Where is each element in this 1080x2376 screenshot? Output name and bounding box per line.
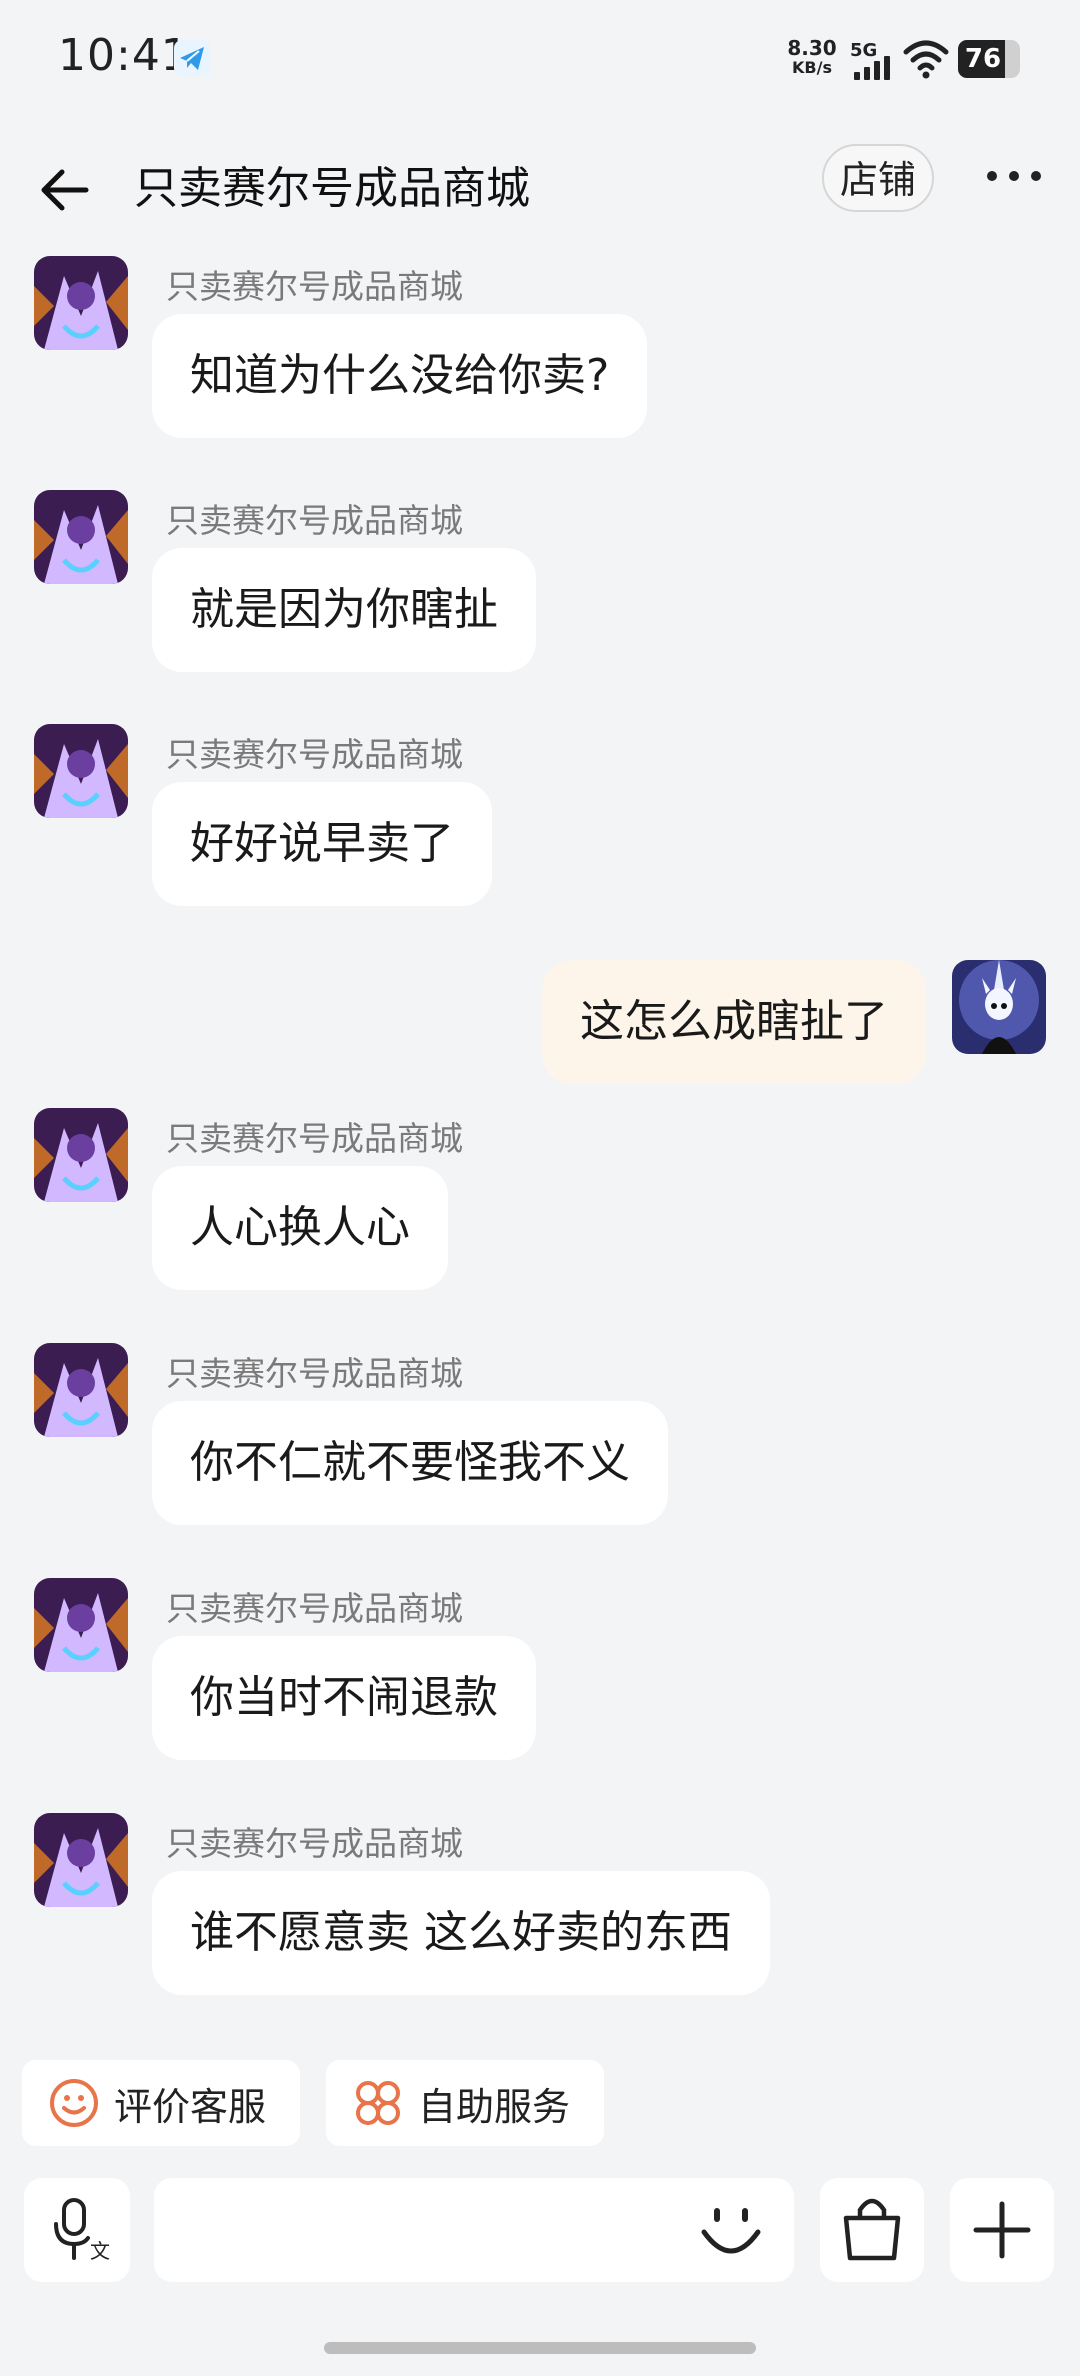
shopping-bag-button[interactable] <box>820 2178 924 2282</box>
shop-avatar[interactable] <box>34 1108 128 1202</box>
signal-icon <box>854 56 890 80</box>
shop-avatar[interactable] <box>34 256 128 350</box>
message-bubble[interactable]: 你不仁就不要怪我不义 <box>152 1401 668 1525</box>
shop-avatar[interactable] <box>34 1813 128 1907</box>
sender-name: 只卖赛尔号成品商城 <box>166 1824 463 1863</box>
rate-service-button[interactable]: 评价客服 <box>22 2060 300 2146</box>
shop-avatar[interactable] <box>34 490 128 584</box>
home-indicator[interactable] <box>324 2342 756 2354</box>
self-service-label: 自助服务 <box>418 2084 571 2129</box>
status-bar: 10:41 8.30 KB/s 5G 76 <box>0 0 1080 118</box>
telegram-app-icon <box>174 40 210 76</box>
shop-button[interactable]: 店铺 <box>822 144 934 212</box>
message-list[interactable]: 只卖赛尔号成品商城 知道为什么没给你卖? 只卖赛尔号成品商城 就是因为你瞎扯 只… <box>0 240 1080 2040</box>
message-bubble[interactable]: 谁不愿意卖 这么好卖的东西 <box>152 1871 770 1995</box>
rate-service-label: 评价客服 <box>114 2084 267 2129</box>
network-speed-value: 8.30 <box>787 36 837 60</box>
battery-level: 76 <box>964 44 1002 74</box>
self-service-button[interactable]: 自助服务 <box>326 2060 604 2146</box>
message-bubble[interactable]: 好好说早卖了 <box>152 782 492 906</box>
wifi-icon <box>903 40 949 79</box>
message-bubble[interactable]: 就是因为你瞎扯 <box>152 548 536 672</box>
sender-name: 只卖赛尔号成品商城 <box>166 735 463 774</box>
svg-text:文: 文 <box>90 2239 110 2263</box>
page-title: 只卖赛尔号成品商城 <box>134 163 530 214</box>
network-speed: 8.30 KB/s <box>784 38 840 78</box>
more-dots-icon[interactable] <box>982 156 1046 196</box>
chat-header: 只卖赛尔号成品商城 店铺 <box>0 118 1080 240</box>
message-bubble[interactable]: 你当时不闹退款 <box>152 1636 536 1760</box>
message-bubble[interactable]: 知道为什么没给你卖? <box>152 314 648 438</box>
message-bubble[interactable]: 人心换人心 <box>152 1166 448 1290</box>
emoji-icon[interactable] <box>690 2196 772 2266</box>
user-avatar[interactable] <box>952 960 1046 1054</box>
network-speed-unit: KB/s <box>792 58 832 77</box>
smiley-icon <box>50 2079 98 2127</box>
shop-avatar[interactable] <box>34 1578 128 1672</box>
arrow-left-icon[interactable] <box>36 158 100 222</box>
voice-button[interactable]: 文 <box>24 2178 130 2282</box>
plus-icon <box>973 2201 1031 2259</box>
sender-name: 只卖赛尔号成品商城 <box>166 267 463 306</box>
battery-icon: 76 <box>958 40 1020 78</box>
sender-name: 只卖赛尔号成品商城 <box>166 1119 463 1158</box>
shop-avatar[interactable] <box>34 724 128 818</box>
sender-name: 只卖赛尔号成品商城 <box>166 1589 463 1628</box>
message-bubble[interactable]: 这怎么成瞎扯了 <box>542 960 926 1084</box>
shopping-bag-icon <box>843 2198 901 2261</box>
shop-avatar[interactable] <box>34 1343 128 1437</box>
sender-name: 只卖赛尔号成品商城 <box>166 501 463 540</box>
input-bar: 文 <box>0 2178 1080 2284</box>
sender-name: 只卖赛尔号成品商城 <box>166 1354 463 1393</box>
voice-translate-icon: 文 <box>54 2198 110 2263</box>
grid-flower-icon <box>356 2081 400 2125</box>
plus-button[interactable] <box>950 2178 1054 2282</box>
quick-actions: 评价客服 自助服务 <box>0 2060 1080 2146</box>
status-time: 10:41 <box>58 30 190 81</box>
